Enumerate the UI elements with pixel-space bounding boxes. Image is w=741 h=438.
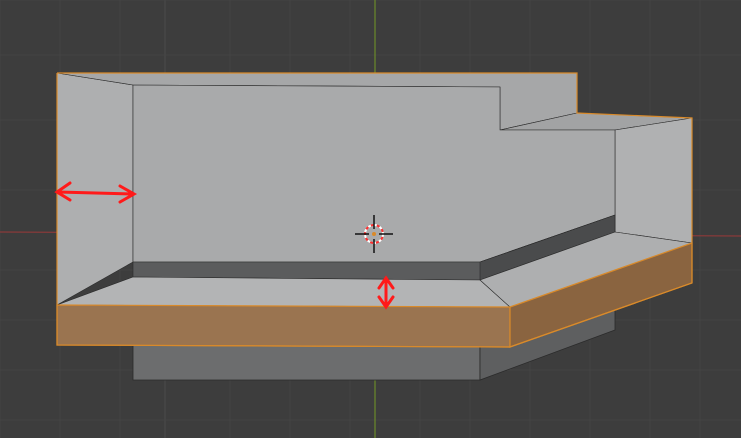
right-inset-face[interactable] bbox=[614, 117, 693, 244]
3d-viewport[interactable] bbox=[0, 0, 741, 438]
viewport-canvas[interactable] bbox=[0, 0, 741, 438]
mesh-object[interactable] bbox=[56, 72, 693, 348]
selected-front-face[interactable] bbox=[56, 304, 511, 348]
lower-block-front-face[interactable] bbox=[132, 344, 481, 381]
bottom-rim-face[interactable] bbox=[56, 276, 511, 308]
